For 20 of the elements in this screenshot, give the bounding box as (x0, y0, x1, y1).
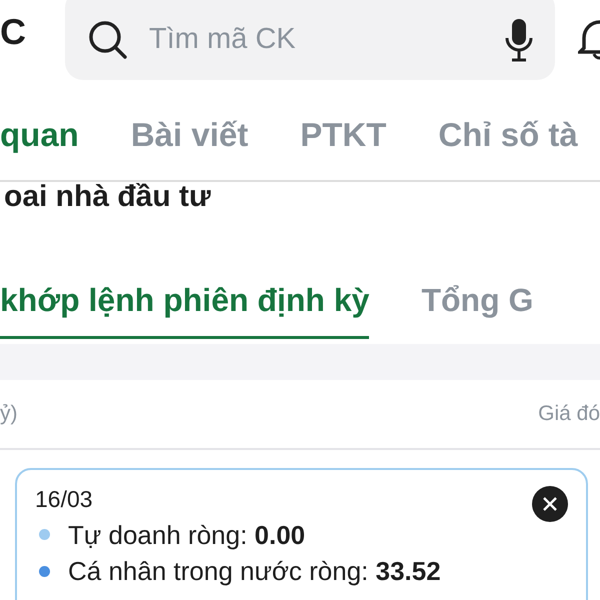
search-field[interactable]: Tìm mã CK (147, 17, 487, 63)
tooltip-text: Cá nhân trong nước ròng: 33.52 (68, 554, 441, 588)
close-button[interactable] (532, 486, 568, 522)
tab[interactable]: quan (0, 115, 79, 155)
microphone-icon[interactable] (505, 18, 533, 62)
search-icon (87, 19, 129, 61)
logo-text: C (0, 14, 26, 50)
tab[interactable]: Chỉ số tà (438, 115, 578, 155)
tab[interactable]: Bài viết (130, 115, 248, 155)
bell-icon[interactable] (578, 18, 600, 60)
tab[interactable]: khớp lệnh phiên định kỳ (0, 276, 370, 338)
column-header: Giá đó (538, 401, 600, 428)
section-title: oại nhà đầu tư (3, 182, 212, 208)
search-bar[interactable]: Tìm mã CK (65, 0, 555, 80)
close-icon (543, 497, 557, 511)
tooltip-text: Tự doanh ròng: 0.00 (68, 518, 306, 552)
tab[interactable]: Tổng G (421, 276, 534, 338)
column-header: ỷ) (0, 401, 18, 428)
tooltip-date: 16/03 (35, 485, 93, 514)
tab[interactable]: PTKT (300, 115, 386, 155)
